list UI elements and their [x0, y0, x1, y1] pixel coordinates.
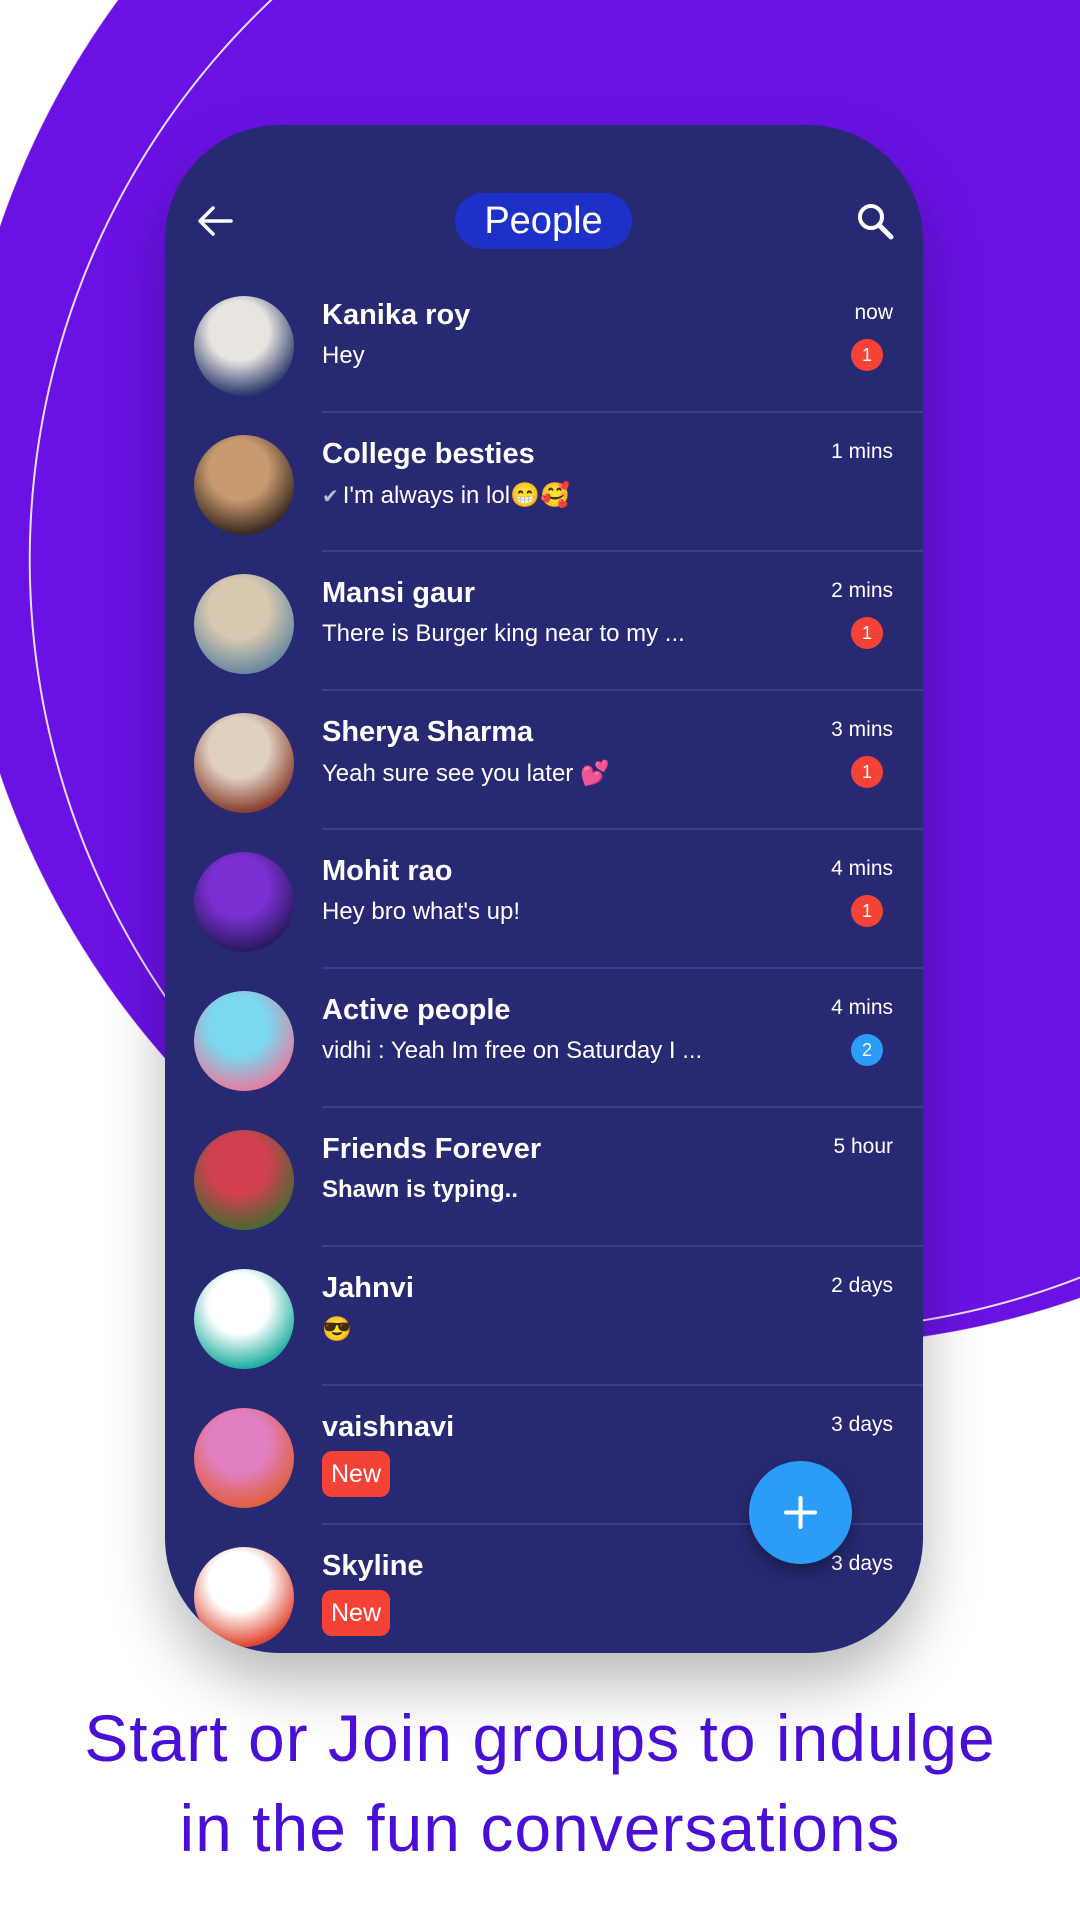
chat-message-text: vidhi : Yeah Im free on Saturday I ... — [322, 1037, 703, 1064]
divider — [322, 1106, 923, 1108]
unread-badge: 1 — [851, 895, 883, 927]
avatar — [194, 852, 294, 952]
chat-row[interactable]: Mansi gaur 2 mins There is Burger king ne… — [165, 553, 923, 691]
chat-message: Yeah sure see you later 💕 — [322, 759, 610, 788]
chat-name: College besties — [322, 438, 535, 470]
avatar — [194, 574, 294, 674]
chat-time: 4 mins — [831, 857, 893, 880]
divider — [322, 689, 923, 691]
chat-name: Jahnvi — [322, 1272, 414, 1304]
divider — [322, 1384, 923, 1386]
read-check-icon: ✔ — [322, 486, 339, 508]
caption-line-1: Start or Join groups to indulge — [84, 1701, 996, 1775]
chat-time: 2 days — [831, 1274, 893, 1297]
avatar — [194, 713, 294, 813]
arrow-left-icon[interactable] — [195, 203, 235, 239]
unread-badge: 1 — [851, 756, 883, 788]
chat-name: Mansi gaur — [322, 577, 476, 609]
chat-row[interactable]: Kanika roy now Hey 1 — [165, 275, 923, 413]
divider — [322, 550, 923, 552]
search-icon[interactable] — [855, 201, 895, 241]
divider — [322, 967, 923, 969]
chat-message-text: Yeah sure see you later 💕 — [322, 760, 610, 787]
phone-screen: People Kanika roy now Hey 1 College bestie… — [165, 125, 923, 1653]
avatar — [194, 1408, 294, 1508]
avatar — [194, 1130, 294, 1230]
chat-message: Hey — [322, 342, 365, 370]
chat-message: ✔ I'm always in lol😁🥰 — [322, 481, 570, 510]
avatar — [194, 296, 294, 396]
chat-time: 2 mins — [831, 579, 893, 602]
avatar — [194, 1269, 294, 1369]
chat-message-text: I'm always in lol😁🥰 — [342, 482, 570, 509]
chat-name: Active people — [322, 994, 511, 1026]
chat-message: vidhi : Yeah Im free on Saturday I ... — [322, 1037, 702, 1065]
unread-badge: 1 — [851, 617, 883, 649]
chat-message-text: 😎 — [322, 1316, 352, 1343]
plus-icon — [784, 1496, 817, 1529]
chat-message: Hey bro what's up! — [322, 898, 520, 926]
chat-row[interactable]: Mohit rao 4 mins Hey bro what's up! 1 — [165, 831, 923, 969]
avatar — [194, 435, 294, 535]
chat-name: Kanika roy — [322, 299, 471, 331]
divider — [322, 411, 923, 413]
chat-time: 5 hour — [833, 1135, 893, 1158]
divider — [322, 828, 923, 830]
unread-badge: 2 — [851, 1034, 883, 1066]
chat-name: Sherya Sharma — [322, 716, 534, 748]
chat-time: 4 mins — [831, 996, 893, 1019]
caption-line-2: in the fun conversations — [179, 1791, 901, 1865]
chat-message-text: Hey bro what's up! — [322, 898, 521, 925]
chat-row[interactable]: Active people 4 mins vidhi : Yeah Im free… — [165, 970, 923, 1108]
chat-time: 1 mins — [831, 440, 893, 463]
chat-row[interactable]: College besties 1 mins ✔ I'm always in lol… — [165, 414, 923, 552]
chat-time: 3 mins — [831, 718, 893, 741]
chat-name: Mohit rao — [322, 855, 453, 887]
chat-message-text: Shawn is typing.. — [322, 1176, 519, 1203]
chat-row[interactable]: Sherya Sharma 3 mins Yeah sure see you la… — [165, 692, 923, 830]
page-title: People — [455, 193, 632, 249]
new-tag: New — [322, 1451, 391, 1497]
chat-message: 😎 — [322, 1315, 352, 1344]
chat-time: 3 days — [831, 1413, 893, 1436]
chat-message: There is Burger king near to my ... — [322, 620, 685, 648]
chat-message: Shawn is typing.. — [322, 1176, 518, 1204]
avatar — [194, 991, 294, 1091]
new-chat-button[interactable] — [749, 1461, 852, 1564]
divider — [322, 1245, 923, 1247]
chat-time: now — [854, 301, 893, 324]
chat-name: vaishnavi — [322, 1411, 455, 1443]
chat-row[interactable]: Friends Forever 5 hour Shawn is typing.. — [165, 1109, 923, 1247]
unread-badge: 1 — [851, 339, 883, 371]
chat-message-text: Hey — [322, 342, 365, 369]
chat-name: Skyline — [322, 1550, 424, 1582]
chat-name: Friends Forever — [322, 1133, 542, 1165]
avatar — [194, 1547, 294, 1647]
chat-message-text: There is Burger king near to my ... — [322, 620, 685, 647]
chat-row[interactable]: Jahnvi 2 days 😎 — [165, 1248, 923, 1386]
new-tag: New — [322, 1590, 391, 1636]
